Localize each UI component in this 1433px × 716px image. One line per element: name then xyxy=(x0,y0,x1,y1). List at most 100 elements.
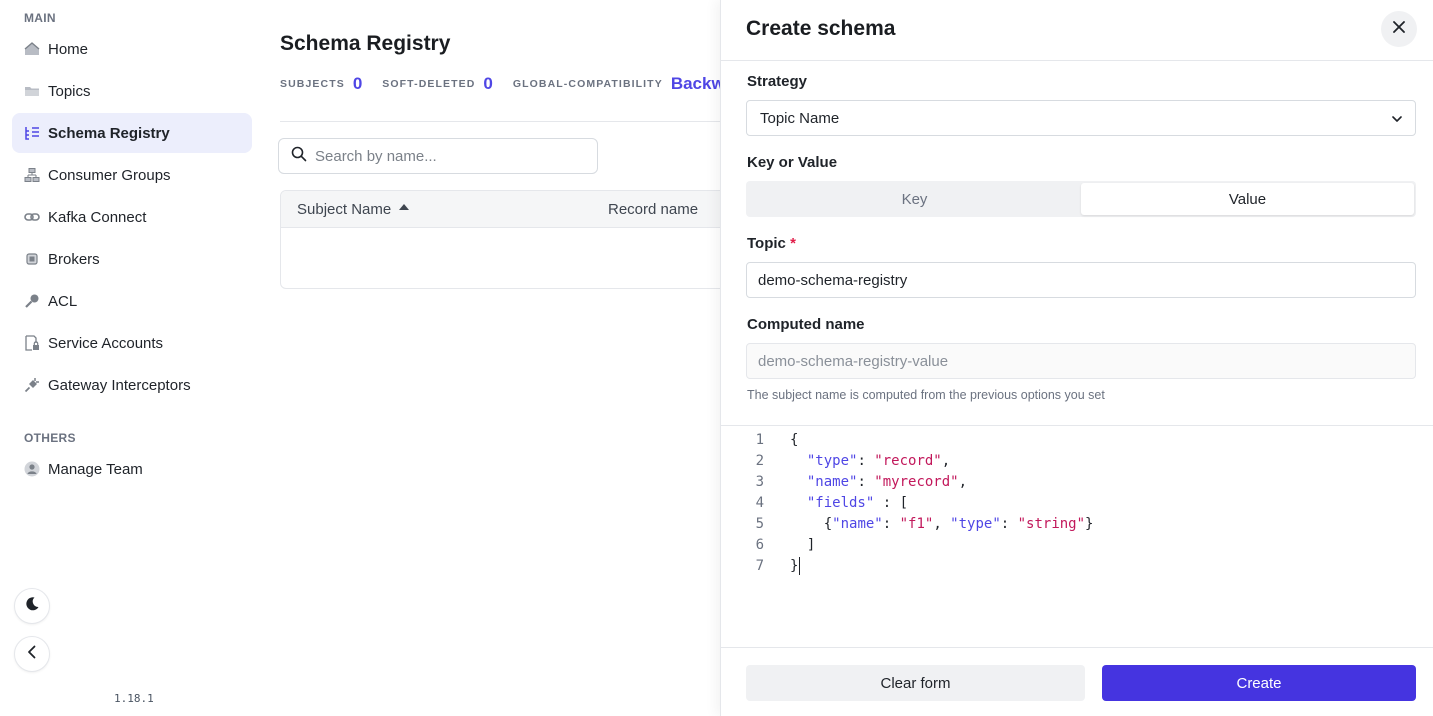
code-text: } xyxy=(790,557,801,575)
stat-soft-deleted-value: 0 xyxy=(483,74,493,93)
page-title: Schema Registry xyxy=(280,32,451,55)
stats-bar: SUBJECTS 0 SOFT-DELETED 0 GLOBAL-COMPATI… xyxy=(280,74,720,94)
code-text: "name": "myrecord", xyxy=(806,474,968,490)
divider xyxy=(280,121,720,122)
sidebar-item-label: Gateway Interceptors xyxy=(48,376,191,394)
column-header-subject-name[interactable]: Subject Name xyxy=(297,201,410,218)
column-header-record-name[interactable]: Record name xyxy=(608,201,698,218)
app-version: 1.18.1 xyxy=(114,692,154,705)
sidebar-item-schema-registry[interactable]: Schema Registry xyxy=(12,113,252,153)
create-schema-drawer: Create schema Strategy Topic Name Key or… xyxy=(720,0,1433,716)
value-option[interactable]: Value xyxy=(1081,183,1414,215)
moon-icon xyxy=(24,596,40,617)
strategy-label: Strategy xyxy=(747,73,808,90)
schema-code-editor[interactable]: 1{2 "type": "record", 3 "name": "myrecord… xyxy=(721,430,1433,580)
drawer-footer: Clear form Create xyxy=(721,647,1433,716)
stat-compatibility-value[interactable]: Backward xyxy=(671,74,720,94)
code-line: 3 "name": "myrecord", xyxy=(721,472,1433,493)
strategy-select[interactable]: Topic Name xyxy=(746,100,1416,136)
close-button[interactable] xyxy=(1381,11,1417,47)
code-text: "type": "record", xyxy=(806,453,951,469)
stat-subjects-label: SUBJECTS xyxy=(280,78,345,90)
computed-name-input xyxy=(746,343,1416,379)
chevron-down-icon xyxy=(1391,112,1403,129)
section-label-main: MAIN xyxy=(24,11,56,25)
computed-name-label: Computed name xyxy=(747,316,865,333)
drawer-title: Create schema xyxy=(746,17,896,40)
sidebar-item-label: Home xyxy=(48,40,89,58)
sort-ascending-icon xyxy=(399,203,410,210)
key-icon xyxy=(24,293,40,309)
code-text: ] xyxy=(790,537,816,553)
sidebar-item-manage-team[interactable]: Manage Team xyxy=(12,449,252,489)
stat-compatibility-label: GLOBAL-COMPATIBILITY xyxy=(512,78,663,90)
hierarchy-icon xyxy=(24,167,40,183)
chip-icon xyxy=(24,251,40,267)
chevron-left-icon xyxy=(24,644,40,665)
sidebar-item-label: Schema Registry xyxy=(48,124,170,142)
schema-list-icon xyxy=(24,125,40,141)
topic-label: Topic * xyxy=(747,235,796,252)
code-text: { xyxy=(790,432,799,448)
user-avatar-icon xyxy=(24,461,40,477)
sidebar-item-label: Consumer Groups xyxy=(48,166,171,184)
clear-form-button[interactable]: Clear form xyxy=(746,665,1085,701)
code-text: "fields" : [ xyxy=(806,495,909,511)
sidebar: MAIN Home Topics Schema Registry Consume… xyxy=(0,0,264,716)
divider xyxy=(721,425,1433,426)
line-number: 4 xyxy=(755,495,764,511)
dark-mode-toggle[interactable] xyxy=(14,588,50,624)
search-icon xyxy=(291,146,307,167)
computed-name-help-text: The subject name is computed from the pr… xyxy=(747,388,1105,402)
divider xyxy=(721,60,1433,61)
key-value-segmented-control: Key Value xyxy=(746,181,1416,217)
link-icon xyxy=(24,209,40,225)
sidebar-item-home[interactable]: Home xyxy=(12,29,252,69)
create-button[interactable]: Create xyxy=(1102,665,1416,701)
line-number: 3 xyxy=(755,474,764,490)
column-header-label: Subject Name xyxy=(297,201,392,218)
sidebar-item-kafka-connect[interactable]: Kafka Connect xyxy=(12,197,252,237)
close-icon xyxy=(1392,20,1406,39)
strategy-selected-value: Topic Name xyxy=(760,109,840,127)
document-lock-icon xyxy=(24,335,40,351)
text-cursor xyxy=(799,557,801,575)
sidebar-item-topics[interactable]: Topics xyxy=(12,71,252,111)
line-number: 7 xyxy=(755,558,764,574)
sidebar-item-label: ACL xyxy=(48,292,78,310)
search-input[interactable] xyxy=(315,147,575,165)
sidebar-item-label: Topics xyxy=(48,82,91,100)
sidebar-item-gateway-interceptors[interactable]: Gateway Interceptors xyxy=(12,365,252,405)
code-line: 2 "type": "record", xyxy=(721,451,1433,472)
sidebar-item-label: Brokers xyxy=(48,250,100,268)
topic-label-text: Topic xyxy=(747,235,786,252)
stat-soft-deleted-label: SOFT-DELETED xyxy=(382,78,476,90)
key-option[interactable]: Key xyxy=(748,183,1081,215)
collapse-sidebar-button[interactable] xyxy=(14,636,50,672)
topic-input[interactable] xyxy=(746,262,1416,298)
code-line: 4 "fields" : [ xyxy=(721,493,1433,514)
sidebar-item-brokers[interactable]: Brokers xyxy=(12,239,252,279)
plug-icon xyxy=(24,377,40,393)
required-mark: * xyxy=(790,235,796,252)
main-content: Schema Registry SUBJECTS 0 SOFT-DELETED … xyxy=(264,0,720,716)
subjects-table: Subject Name Record name xyxy=(280,190,720,289)
code-line: 1{ xyxy=(721,430,1433,451)
line-number: 2 xyxy=(755,453,764,469)
code-line: 5 {"name": "f1", "type": "string"} xyxy=(721,514,1433,535)
key-or-value-label: Key or Value xyxy=(747,154,838,171)
table-header: Subject Name Record name xyxy=(281,191,720,228)
line-number: 5 xyxy=(755,516,764,532)
folder-icon xyxy=(24,83,40,99)
stat-subjects-value: 0 xyxy=(352,74,363,93)
sidebar-item-label: Kafka Connect xyxy=(48,208,147,226)
code-text: {"name": "f1", "type": "string"} xyxy=(790,516,1094,532)
sidebar-item-consumer-groups[interactable]: Consumer Groups xyxy=(12,155,252,195)
home-icon xyxy=(24,41,40,57)
code-line: 7} xyxy=(721,556,1433,577)
sidebar-item-label: Manage Team xyxy=(48,460,143,478)
sidebar-item-acl[interactable]: ACL xyxy=(12,281,252,321)
line-number: 1 xyxy=(755,432,764,448)
search-box[interactable] xyxy=(278,138,598,174)
sidebar-item-service-accounts[interactable]: Service Accounts xyxy=(12,323,252,363)
